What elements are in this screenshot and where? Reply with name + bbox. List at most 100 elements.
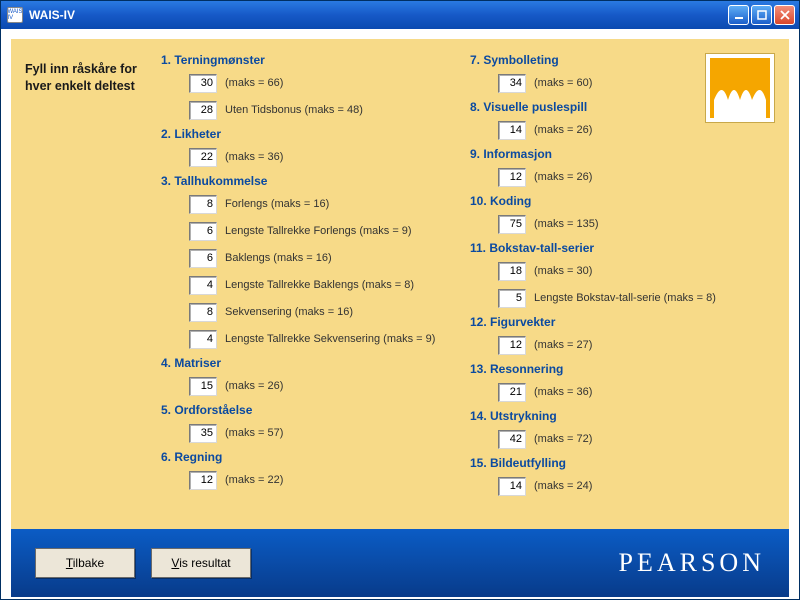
subtest-section: 12. Figurvekter (maks = 27): [470, 315, 769, 356]
score-input[interactable]: [189, 195, 217, 214]
score-row: (maks = 36): [498, 381, 769, 403]
subtest-section: 1. Terningmønster (maks = 66) Uten Tidsbon…: [161, 53, 460, 121]
subtest-section: 2. Likheter(maks = 36): [161, 127, 460, 168]
score-input[interactable]: [189, 424, 217, 443]
back-button[interactable]: Tilbake: [35, 548, 135, 578]
maximize-button[interactable]: [751, 5, 772, 25]
score-input[interactable]: [498, 168, 526, 187]
score-description: Baklengs (maks = 16): [225, 252, 332, 264]
score-input[interactable]: [189, 148, 217, 167]
score-input[interactable]: [498, 289, 526, 308]
show-result-button[interactable]: Vis resultat: [151, 548, 251, 578]
score-input[interactable]: [189, 249, 217, 268]
score-row: (maks = 66): [189, 72, 460, 94]
close-button[interactable]: [774, 5, 795, 25]
score-input[interactable]: [189, 101, 217, 120]
score-description: (maks = 27): [534, 339, 592, 351]
score-row: Uten Tidsbonus (maks = 48): [189, 99, 460, 121]
content-area: Fyll inn råskåre for hver enkelt deltest…: [1, 29, 799, 599]
footer-bar: Tilbake Vis resultat PEARSON: [11, 529, 789, 597]
score-input[interactable]: [189, 222, 217, 241]
score-input[interactable]: [498, 430, 526, 449]
score-description: (maks = 36): [534, 386, 592, 398]
score-input[interactable]: [498, 477, 526, 496]
score-description: Lengste Tallrekke Forlengs (maks = 9): [225, 225, 412, 237]
subtest-section: 13. Resonnering (maks = 36): [470, 362, 769, 403]
score-row: Forlengs (maks = 16): [189, 193, 460, 215]
score-description: Sekvensering (maks = 16): [225, 306, 353, 318]
score-row: Lengste Tallrekke Forlengs (maks = 9): [189, 220, 460, 242]
score-description: Uten Tidsbonus (maks = 48): [225, 104, 363, 116]
score-input[interactable]: [498, 121, 526, 140]
subtest-title: 6. Regning: [161, 450, 460, 464]
score-description: (maks = 135): [534, 218, 599, 230]
score-row: (maks = 26): [189, 375, 460, 397]
score-description: Lengste Tallrekke Baklengs (maks = 8): [225, 279, 414, 291]
score-description: (maks = 24): [534, 480, 592, 492]
subtest-section: 3. Tallhukommelse Forlengs (maks = 16) Len…: [161, 174, 460, 350]
app-icon: WAIS IV: [7, 7, 23, 23]
score-input[interactable]: [498, 383, 526, 402]
subtest-section: 9. Informasjon (maks = 26): [470, 147, 769, 188]
subtest-title: 15. Bildeutfylling: [470, 456, 769, 470]
score-input[interactable]: [498, 262, 526, 281]
form-columns: 1. Terningmønster (maks = 66) Uten Tidsbon…: [161, 39, 789, 529]
score-row: (maks = 72): [498, 428, 769, 450]
score-input[interactable]: [189, 276, 217, 295]
score-input[interactable]: [498, 74, 526, 93]
show-result-label: is resultat: [179, 556, 230, 570]
score-input[interactable]: [189, 74, 217, 93]
subtest-title: 3. Tallhukommelse: [161, 174, 460, 188]
subtest-title: 5. Ordforståelse: [161, 403, 460, 417]
score-input[interactable]: [189, 377, 217, 396]
subtest-title: 1. Terningmønster: [161, 53, 460, 67]
score-description: (maks = 26): [534, 124, 592, 136]
score-row: (maks = 27): [498, 334, 769, 356]
score-description: Forlengs (maks = 16): [225, 198, 329, 210]
score-input[interactable]: [189, 471, 217, 490]
score-input[interactable]: [189, 330, 217, 349]
score-description: (maks = 60): [534, 77, 592, 89]
subtest-section: 6. Regning (maks = 22): [161, 450, 460, 491]
score-input[interactable]: [498, 215, 526, 234]
score-row: (maks = 22): [189, 469, 460, 491]
subtest-title: 10. Koding: [470, 194, 769, 208]
score-description: Lengste Tallrekke Sekvensering (maks = 9…: [225, 333, 435, 345]
subtest-section: 10. Koding (maks = 135): [470, 194, 769, 235]
subtest-title: 12. Figurvekter: [470, 315, 769, 329]
subtest-title: 9. Informasjon: [470, 147, 769, 161]
score-description: (maks = 57): [225, 427, 283, 439]
subtest-title: 11. Bokstav-tall-serier: [470, 241, 769, 255]
score-row: Lengste Tallrekke Sekvensering (maks = 9…: [189, 328, 460, 350]
main-panel: Fyll inn råskåre for hver enkelt deltest…: [11, 39, 789, 529]
score-description: Lengste Bokstav-tall-serie (maks = 8): [534, 292, 716, 304]
score-input[interactable]: [189, 303, 217, 322]
subtest-title: 13. Resonnering: [470, 362, 769, 376]
minimize-button[interactable]: [728, 5, 749, 25]
score-description: (maks = 72): [534, 433, 592, 445]
window-title: WAIS-IV: [29, 8, 726, 22]
subtest-section: 5. Ordforståelse (maks = 57): [161, 403, 460, 444]
subtest-title: 14. Utstrykning: [470, 409, 769, 423]
score-input[interactable]: [498, 336, 526, 355]
score-row: Sekvensering (maks = 16): [189, 301, 460, 323]
score-description: (maks = 36): [225, 151, 283, 163]
score-description: (maks = 30): [534, 265, 592, 277]
instruction-text: Fyll inn råskåre for hver enkelt deltest: [11, 39, 161, 529]
score-row: Lengste Bokstav-tall-serie (maks = 8): [498, 287, 769, 309]
titlebar[interactable]: WAIS IV WAIS-IV: [1, 1, 799, 29]
score-row: (maks = 57): [189, 422, 460, 444]
score-row: (maks = 30): [498, 260, 769, 282]
score-row: (maks = 26): [498, 166, 769, 188]
score-row: (maks = 135): [498, 213, 769, 235]
score-row: Baklengs (maks = 16): [189, 247, 460, 269]
left-column: 1. Terningmønster (maks = 66) Uten Tidsbon…: [161, 53, 470, 519]
subtest-section: 14. Utstrykning (maks = 72): [470, 409, 769, 450]
score-description: (maks = 66): [225, 77, 283, 89]
score-description: (maks = 22): [225, 474, 283, 486]
logo-icon: [705, 53, 775, 123]
score-row: (maks = 36): [189, 146, 460, 168]
brand-logo: PEARSON: [619, 548, 765, 578]
score-description: (maks = 26): [225, 380, 283, 392]
back-button-label: ilbake: [73, 556, 104, 570]
